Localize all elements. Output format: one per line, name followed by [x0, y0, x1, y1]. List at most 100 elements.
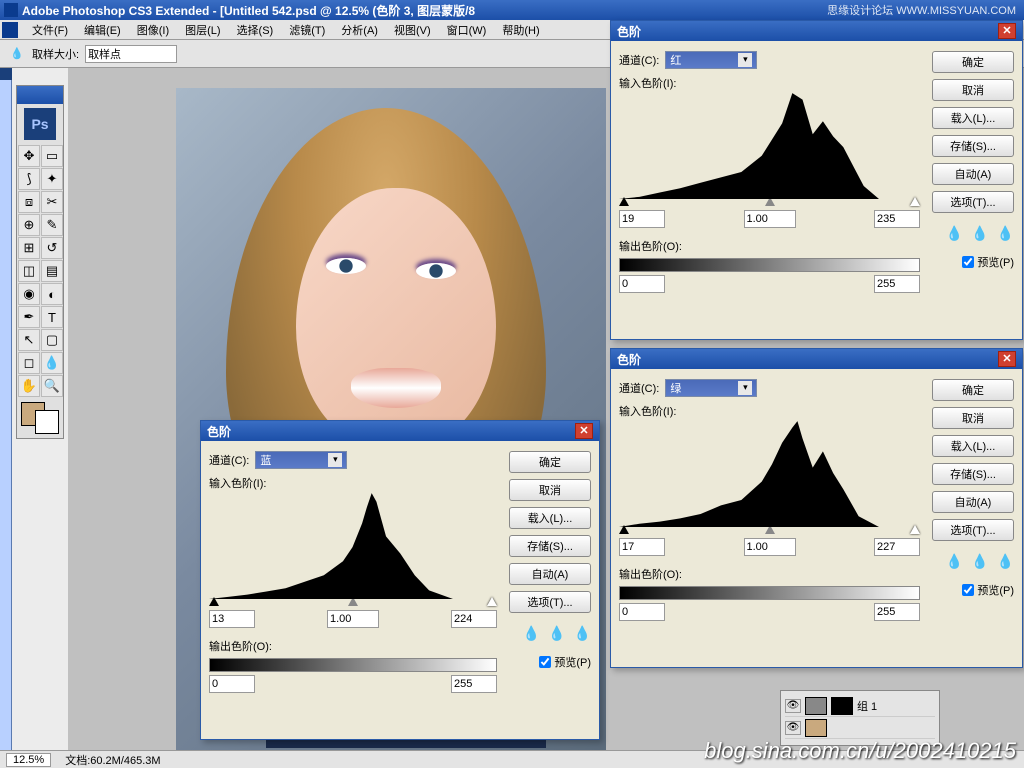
visibility-icon[interactable]: 👁: [785, 721, 801, 735]
load-button[interactable]: 载入(L)...: [932, 107, 1014, 129]
lasso-tool[interactable]: ⟆: [18, 168, 40, 190]
black-eyedropper-icon[interactable]: 💧: [946, 553, 963, 570]
output-highlight-field[interactable]: [874, 603, 920, 621]
menu-select[interactable]: 选择(S): [229, 20, 282, 40]
cancel-button[interactable]: 取消: [932, 407, 1014, 429]
white-eyedropper-icon[interactable]: 💧: [574, 625, 591, 642]
slice-tool[interactable]: ✂: [41, 191, 63, 213]
preview-checkbox[interactable]: 预览(P): [962, 254, 1014, 270]
eraser-tool[interactable]: ◫: [18, 260, 40, 282]
save-button[interactable]: 存储(S)...: [932, 463, 1014, 485]
dodge-tool[interactable]: ◐: [41, 283, 63, 305]
ok-button[interactable]: 确定: [932, 51, 1014, 73]
dock-toggle[interactable]: [0, 68, 12, 80]
healing-tool[interactable]: ⊕: [18, 214, 40, 236]
marquee-tool[interactable]: ▭: [41, 145, 63, 167]
load-button[interactable]: 载入(L)...: [509, 507, 591, 529]
save-button[interactable]: 存储(S)...: [509, 535, 591, 557]
zoom-level[interactable]: 12.5%: [6, 753, 51, 767]
output-highlight-field[interactable]: [451, 675, 497, 693]
wand-tool[interactable]: ✦: [41, 168, 63, 190]
white-eyedropper-icon[interactable]: 💧: [997, 225, 1014, 242]
input-highlight-field[interactable]: [874, 538, 920, 556]
color-swatches[interactable]: [17, 398, 63, 438]
auto-button[interactable]: 自动(A): [509, 563, 591, 585]
path-tool[interactable]: ↖: [18, 329, 40, 351]
input-shadow-field[interactable]: [209, 610, 255, 628]
layer-row-bg[interactable]: 👁: [785, 717, 935, 739]
visibility-icon[interactable]: 👁: [785, 699, 801, 713]
options-button[interactable]: 选项(T)...: [932, 191, 1014, 213]
output-gradient[interactable]: [619, 258, 920, 272]
output-gradient[interactable]: [619, 586, 920, 600]
crop-tool[interactable]: ⧈: [18, 191, 40, 213]
gray-eyedropper-icon[interactable]: 💧: [971, 553, 988, 570]
channel-dropdown[interactable]: 绿▾: [665, 379, 757, 397]
ok-button[interactable]: 确定: [509, 451, 591, 473]
options-button[interactable]: 选项(T)...: [932, 519, 1014, 541]
output-highlight-field[interactable]: [874, 275, 920, 293]
blur-tool[interactable]: ◉: [18, 283, 40, 305]
notes-tool[interactable]: ◻: [18, 352, 40, 374]
output-shadow-field[interactable]: [619, 275, 665, 293]
input-shadow-field[interactable]: [619, 538, 665, 556]
menu-file[interactable]: 文件(F): [24, 20, 76, 40]
load-button[interactable]: 载入(L)...: [932, 435, 1014, 457]
menu-analysis[interactable]: 分析(A): [333, 20, 386, 40]
cancel-button[interactable]: 取消: [932, 79, 1014, 101]
stamp-tool[interactable]: ⊞: [18, 237, 40, 259]
type-tool[interactable]: T: [41, 306, 63, 328]
menu-filter[interactable]: 滤镜(T): [281, 20, 333, 40]
input-levels-label: 输入色阶(I):: [619, 78, 676, 90]
input-shadow-field[interactable]: [619, 210, 665, 228]
eyedropper-icon[interactable]: 💧: [8, 45, 26, 63]
black-eyedropper-icon[interactable]: 💧: [946, 225, 963, 242]
pen-tool[interactable]: ✒: [18, 306, 40, 328]
output-shadow-field[interactable]: [619, 603, 665, 621]
highlight-slider[interactable]: [910, 197, 920, 206]
menu-help[interactable]: 帮助(H): [494, 20, 547, 40]
preview-checkbox[interactable]: 预览(P): [539, 654, 591, 670]
menu-view[interactable]: 视图(V): [386, 20, 439, 40]
black-eyedropper-icon[interactable]: 💧: [523, 625, 540, 642]
close-icon[interactable]: ✕: [998, 351, 1016, 367]
options-button[interactable]: 选项(T)...: [509, 591, 591, 613]
input-gamma-field[interactable]: [744, 210, 796, 228]
gray-eyedropper-icon[interactable]: 💧: [548, 625, 565, 642]
menu-image[interactable]: 图像(I): [129, 20, 177, 40]
highlight-slider[interactable]: [910, 525, 920, 534]
menu-edit[interactable]: 编辑(E): [76, 20, 129, 40]
menu-window[interactable]: 窗口(W): [439, 20, 495, 40]
ok-button[interactable]: 确定: [932, 379, 1014, 401]
gradient-tool[interactable]: ▤: [41, 260, 63, 282]
history-brush-tool[interactable]: ↺: [41, 237, 63, 259]
cancel-button[interactable]: 取消: [509, 479, 591, 501]
input-gamma-field[interactable]: [744, 538, 796, 556]
layer-row-group[interactable]: 👁 组 1: [785, 695, 935, 717]
sample-size-dropdown[interactable]: 取样点: [85, 45, 177, 63]
hand-tool[interactable]: ✋: [18, 375, 40, 397]
auto-button[interactable]: 自动(A): [932, 491, 1014, 513]
output-gradient[interactable]: [209, 658, 497, 672]
move-tool[interactable]: ✥: [18, 145, 40, 167]
shape-tool[interactable]: ▢: [41, 329, 63, 351]
auto-button[interactable]: 自动(A): [932, 163, 1014, 185]
eyedropper-tool[interactable]: 💧: [41, 352, 63, 374]
channel-dropdown[interactable]: 蓝▾: [255, 451, 347, 469]
white-eyedropper-icon[interactable]: 💧: [997, 553, 1014, 570]
input-gamma-field[interactable]: [327, 610, 379, 628]
input-highlight-field[interactable]: [874, 210, 920, 228]
brush-tool[interactable]: ✎: [41, 214, 63, 236]
background-swatch[interactable]: [35, 410, 59, 434]
output-shadow-field[interactable]: [209, 675, 255, 693]
input-highlight-field[interactable]: [451, 610, 497, 628]
gray-eyedropper-icon[interactable]: 💧: [971, 225, 988, 242]
highlight-slider[interactable]: [487, 597, 497, 606]
close-icon[interactable]: ✕: [575, 423, 593, 439]
channel-dropdown[interactable]: 红▾: [665, 51, 757, 69]
zoom-tool[interactable]: 🔍: [41, 375, 63, 397]
close-icon[interactable]: ✕: [998, 23, 1016, 39]
menu-layer[interactable]: 图层(L): [177, 20, 228, 40]
preview-checkbox[interactable]: 预览(P): [962, 582, 1014, 598]
save-button[interactable]: 存储(S)...: [932, 135, 1014, 157]
